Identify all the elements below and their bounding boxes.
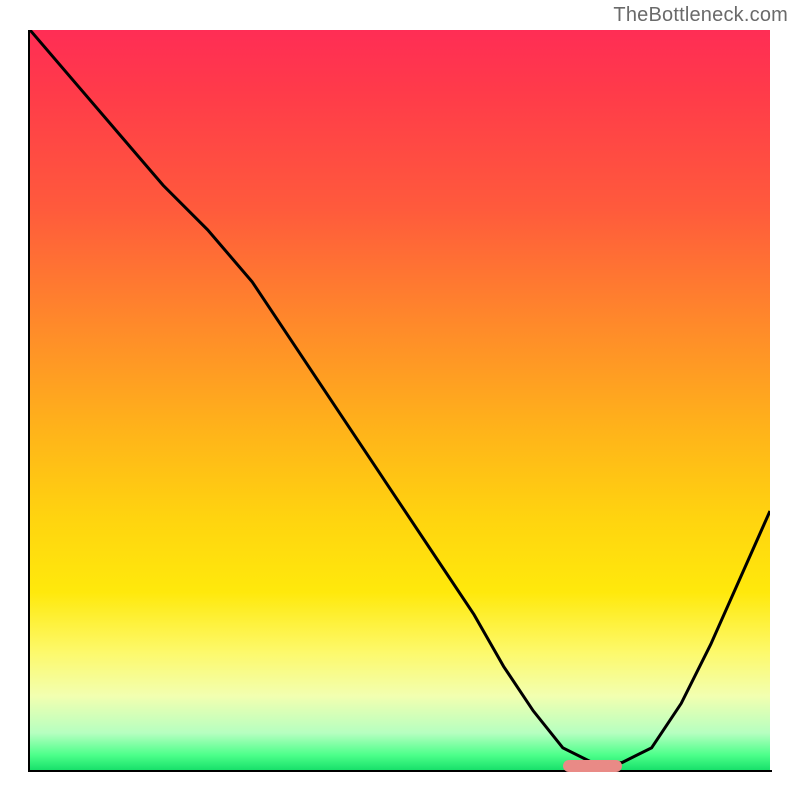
x-axis bbox=[28, 770, 772, 772]
chart-plot-area bbox=[30, 30, 770, 770]
y-axis bbox=[28, 30, 30, 772]
watermark-text: TheBottleneck.com bbox=[613, 4, 788, 27]
chart-stage: TheBottleneck.com bbox=[0, 0, 800, 800]
optimal-range-marker bbox=[563, 760, 622, 772]
